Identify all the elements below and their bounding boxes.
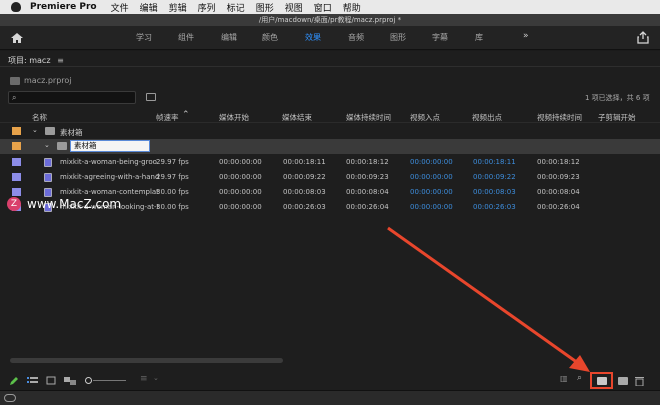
trash-icon[interactable]	[635, 376, 644, 386]
tab-learn[interactable]: 学习	[136, 32, 152, 43]
automate-to-sequence-icon[interactable]: ▥	[560, 374, 568, 383]
menu-bar: Premiere Pro 文件 编辑 剪辑 序列 标记 图形 视图 窗口 帮助	[0, 0, 660, 14]
workspace-bar: 学习 组件 编辑 颜色 效果 音频 图形 字幕 库 »	[0, 26, 660, 50]
menu-window[interactable]: 窗口	[314, 1, 332, 14]
list-view-icon[interactable]	[27, 376, 38, 386]
more-workspaces-button[interactable]: »	[523, 31, 529, 41]
new-item-icon[interactable]	[618, 377, 628, 385]
menu-markers[interactable]: 标记	[227, 1, 245, 14]
tab-color[interactable]: 颜色	[262, 32, 278, 43]
chevron-down-icon[interactable]: ⌄	[153, 374, 159, 382]
freeform-view-icon[interactable]	[64, 376, 77, 386]
find-icon[interactable]: ⌕	[577, 373, 582, 383]
app-menu[interactable]: Premiere Pro	[30, 2, 97, 12]
menu-help[interactable]: 帮助	[343, 1, 361, 14]
home-icon[interactable]	[10, 32, 24, 44]
icon-view-icon[interactable]	[46, 376, 56, 386]
pencil-icon[interactable]	[9, 376, 19, 386]
window-title: /用户/macdown/桌面/pr教程/macz.prproj *	[0, 14, 660, 26]
tab-assembly[interactable]: 组件	[178, 32, 194, 43]
bottom-toolbar: ≡ ⌄ ▥ ⌕	[0, 371, 660, 390]
status-bar	[0, 390, 660, 405]
tab-audio[interactable]: 音频	[348, 32, 364, 43]
eye-icon[interactable]	[4, 394, 16, 402]
apple-icon[interactable]	[11, 2, 21, 12]
share-icon[interactable]	[637, 31, 649, 44]
menu-file[interactable]: 文件	[111, 1, 129, 14]
zoom-slider-handle[interactable]	[85, 377, 92, 384]
tab-effects[interactable]: 效果	[305, 32, 321, 43]
menu-sequence[interactable]: 序列	[198, 1, 216, 14]
tab-captions[interactable]: 字幕	[432, 32, 448, 43]
tab-graphics[interactable]: 图形	[390, 32, 406, 43]
sort-icon[interactable]: ≡	[140, 374, 148, 384]
menu-edit[interactable]: 编辑	[140, 1, 158, 14]
menu-view[interactable]: 视图	[285, 1, 303, 14]
menu-clip[interactable]: 剪辑	[169, 1, 187, 14]
project-panel: 项目: macz ≡ macz.prproj ⌕ 1 项已选择，共 6 项 名称…	[0, 51, 660, 390]
menu-graphics[interactable]: 图形	[256, 1, 274, 14]
tab-editing[interactable]: 编辑	[221, 32, 237, 43]
new-bin-icon[interactable]	[597, 377, 607, 385]
annotation-arrow	[387, 226, 590, 372]
tab-libraries[interactable]: 库	[475, 32, 483, 43]
zoom-slider-track[interactable]	[93, 380, 126, 381]
